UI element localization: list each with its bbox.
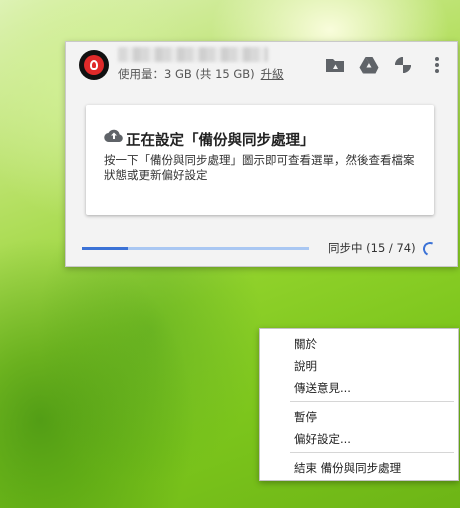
avatar[interactable]	[79, 50, 109, 80]
google-drive-icon[interactable]	[358, 54, 380, 76]
more-vert-icon[interactable]	[426, 54, 448, 76]
panel-header: 使用量：3 GB (共 15 GB) 升級	[66, 42, 457, 90]
storage-usage-text: 使用量：3 GB (共 15 GB)	[118, 67, 255, 81]
google-photos-icon[interactable]	[392, 54, 414, 76]
setup-card: 正在設定「備份與同步處理」 按一下「備份與同步處理」圖示即可查看選單，然後查看檔…	[86, 105, 434, 215]
sync-spinner-icon	[421, 240, 439, 258]
menu-separator	[290, 452, 454, 453]
card-description: 按一下「備份與同步處理」圖示即可查看選單，然後查看檔案狀態或更新偏好設定	[104, 153, 415, 182]
menu-item-pause[interactable]: 暫停	[294, 409, 317, 425]
backup-sync-panel: 使用量：3 GB (共 15 GB) 升級 正在設定「備份與同步處理」 按一下「…	[65, 41, 458, 267]
menu-item-help[interactable]: 說明	[294, 358, 317, 374]
upgrade-link[interactable]: 升級	[261, 67, 284, 81]
menu-separator	[290, 401, 454, 402]
context-menu: 關於 說明 傳送意見... 暫停 偏好設定... 結束 備份與同步處理	[259, 328, 459, 481]
sync-progress-bar	[82, 247, 309, 250]
cloud-upload-icon	[104, 129, 123, 143]
sync-progress-fill	[82, 247, 128, 250]
desktop-background: { "header": { "usage_text": "使用量：3 GB (共…	[0, 0, 460, 508]
menu-item-preferences[interactable]: 偏好設定...	[294, 431, 351, 447]
menu-item-quit[interactable]: 結束 備份與同步處理	[294, 460, 401, 476]
sync-status-text: 同步中 (15 / 74)	[328, 241, 416, 255]
storage-usage: 使用量：3 GB (共 15 GB) 升級	[118, 66, 284, 82]
menu-item-about[interactable]: 關於	[294, 336, 317, 352]
menu-item-feedback[interactable]: 傳送意見...	[294, 380, 351, 396]
folder-icon[interactable]	[324, 54, 346, 76]
account-email-redacted	[118, 47, 268, 62]
card-title: 正在設定「備份與同步處理」	[126, 133, 315, 149]
